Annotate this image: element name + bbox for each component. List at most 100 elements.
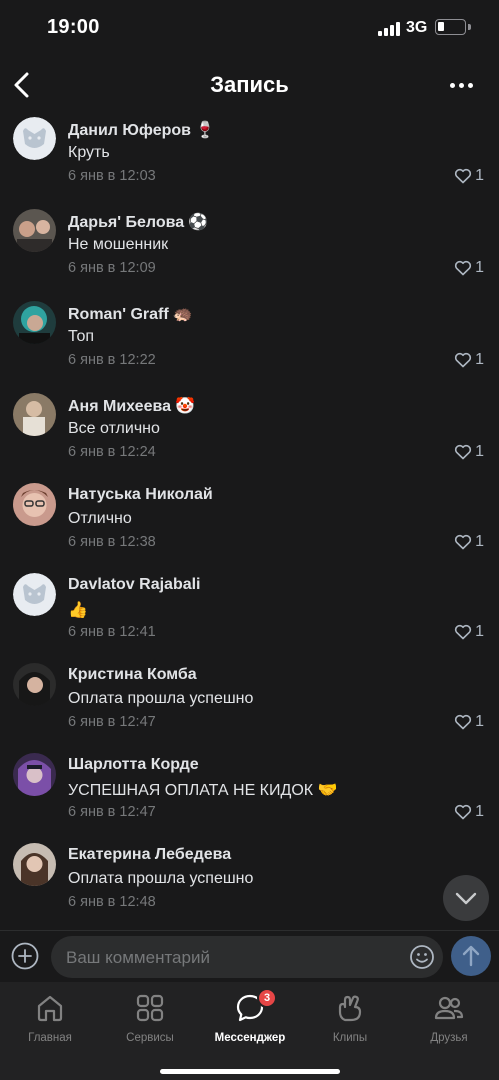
home-icon (37, 995, 63, 1022)
comment-author[interactable]: Аня Михеева 🤡 (68, 396, 195, 416)
like-button[interactable]: 1 (454, 621, 484, 643)
avatar[interactable] (13, 663, 56, 706)
tab-home[interactable]: Главная (0, 990, 100, 1050)
comment-author[interactable]: Шарлотта Корде (68, 756, 203, 774)
tab-label: Мессенджер (214, 1032, 286, 1044)
scroll-down-button[interactable] (443, 875, 489, 921)
comment-input[interactable]: Ваш комментарий (51, 936, 443, 978)
comment-item: Дарья' Белова ⚽ Не мошенник 6 янв в 12:09… (0, 206, 499, 298)
notification-badge: 3 (257, 988, 277, 1008)
services-icon (136, 994, 164, 1022)
comment-text: УСПЕШНАЯ ОПЛАТА НЕ КИДОК 🤝 (68, 782, 338, 799)
comment-text: Отлично (68, 510, 132, 527)
tab-services[interactable]: Сервисы (100, 990, 200, 1050)
tab-label: Сервисы (126, 1032, 174, 1044)
comment-time: 6 янв в 12:47 (68, 714, 156, 730)
like-button[interactable]: 1 (454, 531, 484, 553)
battery-tip (468, 24, 471, 30)
tab-messenger[interactable]: 3 Мессенджер (200, 988, 300, 1050)
comment-input-placeholder: Ваш комментарий (66, 948, 210, 967)
user-photo (13, 483, 56, 526)
emoji-button[interactable] (409, 944, 435, 970)
avatar[interactable] (13, 753, 56, 796)
user-photo (13, 663, 56, 706)
page-title: Запись (210, 72, 289, 97)
comment-time: 6 янв в 12:41 (68, 624, 156, 640)
default-avatar-icon (13, 573, 56, 616)
comment-time: 6 янв в 12:47 (68, 804, 156, 820)
status-bar: 19:00 3G (0, 0, 499, 56)
like-button[interactable]: 1 (454, 441, 484, 463)
back-button[interactable] (8, 68, 38, 102)
like-count: 1 (475, 167, 484, 184)
like-button[interactable]: 1 (454, 257, 484, 279)
like-button[interactable]: 1 (454, 349, 484, 371)
default-avatar-icon (13, 117, 56, 160)
comment-item: Натуська Николай Отлично 6 янв в 12:38 1 (0, 480, 499, 572)
comments-list: Данил Юферов 🍷 Круть 6 янв в 12:03 1 Дарь… (0, 110, 499, 935)
comment-author[interactable]: Кристина Комба (68, 666, 201, 684)
comment-author[interactable]: Davlatov Rajabali (68, 576, 205, 594)
home-indicator (160, 1069, 340, 1074)
avatar[interactable] (13, 393, 56, 436)
tab-clips[interactable]: Клипы (300, 990, 400, 1050)
heart-icon (455, 444, 472, 460)
comment-text: Не мошенник (68, 236, 169, 253)
comment-time: 6 янв в 12:38 (68, 534, 156, 550)
tab-friends[interactable]: Друзья (399, 990, 499, 1050)
avatar[interactable] (13, 483, 56, 526)
heart-icon (455, 624, 472, 640)
friends-icon (434, 996, 464, 1020)
avatar[interactable] (13, 843, 56, 886)
tab-label: Клипы (332, 1032, 368, 1044)
comment-text: Оплата прошла успешно (68, 870, 254, 887)
comment-author[interactable]: Данил Юферов 🍷 (68, 120, 215, 140)
avatar[interactable] (13, 209, 56, 252)
comment-item: Davlatov Rajabali 👍 6 янв в 12:41 1 (0, 570, 499, 662)
signal-icon (378, 22, 400, 36)
network-type: 3G (406, 19, 428, 36)
comment-time: 6 янв в 12:09 (68, 260, 156, 276)
like-button[interactable]: 1 (454, 711, 484, 733)
comment-item: Екатерина Лебедева Оплата прошла успешно… (0, 840, 499, 932)
comment-author[interactable]: Натуська Николай (68, 486, 217, 504)
like-button[interactable]: 1 (454, 801, 484, 823)
comment-text: Все отлично (68, 420, 160, 437)
comment-author[interactable]: Екатерина Лебедева (68, 846, 235, 864)
avatar[interactable] (13, 117, 56, 160)
user-photo (13, 843, 56, 886)
user-photo (13, 393, 56, 436)
comment-author[interactable]: Roman' Graff 🦔 (68, 304, 193, 324)
user-photo (13, 209, 56, 252)
heart-icon (455, 534, 472, 550)
tab-label: Друзья (430, 1032, 468, 1044)
comment-author[interactable]: Дарья' Белова ⚽ (68, 212, 208, 232)
comment-text: Оплата прошла успешно (68, 690, 254, 707)
attach-button[interactable] (10, 941, 40, 971)
comment-time: 6 янв в 12:22 (68, 352, 156, 368)
comment-item: Данил Юферов 🍷 Круть 6 янв в 12:03 1 (0, 114, 499, 206)
user-photo (13, 753, 56, 796)
smile-icon (410, 945, 434, 969)
comment-text: 👍 (68, 602, 88, 619)
like-count: 1 (475, 803, 484, 820)
like-count: 1 (475, 713, 484, 730)
avatar[interactable] (13, 301, 56, 344)
status-time: 19:00 (47, 16, 100, 38)
more-dot-icon (450, 83, 455, 88)
avatar[interactable] (13, 573, 56, 616)
like-button[interactable]: 1 (454, 165, 484, 187)
comment-time: 6 янв в 12:03 (68, 168, 156, 184)
comment-item: Аня Михеева 🤡 Все отлично 6 янв в 12:24 1 (0, 390, 499, 482)
heart-icon (455, 714, 472, 730)
comment-item: Шарлотта Корде УСПЕШНАЯ ОПЛАТА НЕ КИДОК … (0, 750, 499, 842)
comment-text: Круть (68, 144, 110, 161)
heart-icon (455, 352, 472, 368)
like-count: 1 (475, 533, 484, 550)
battery-icon (435, 19, 466, 35)
send-button[interactable] (451, 936, 491, 976)
more-dot-icon (468, 83, 473, 88)
like-count: 1 (475, 259, 484, 276)
more-options-button[interactable] (447, 72, 481, 98)
comment-time: 6 янв в 12:24 (68, 444, 156, 460)
